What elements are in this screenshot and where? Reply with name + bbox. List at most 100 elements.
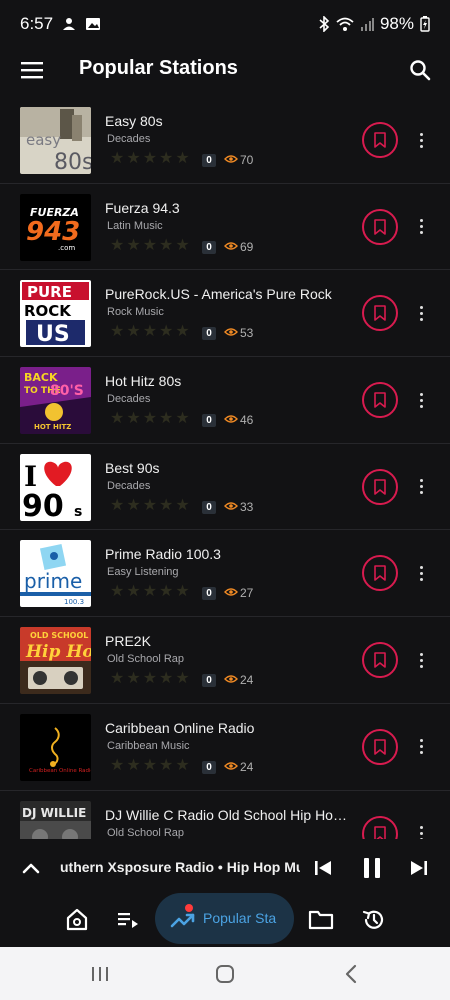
- back-icon[interactable]: [338, 961, 364, 987]
- station-logo: easy 80s: [20, 107, 91, 174]
- more-options-icon[interactable]: [411, 475, 431, 499]
- recent-apps-icon[interactable]: [87, 961, 113, 987]
- now-playing-title: uthern Xsposure Radio • Hip Hop Music: [60, 859, 300, 875]
- previous-icon[interactable]: [310, 855, 336, 881]
- menu-icon[interactable]: [18, 56, 46, 84]
- home-button-icon[interactable]: [212, 961, 238, 987]
- rating-stars[interactable]: ★ ★ ★ ★ ★: [110, 497, 190, 514]
- mini-player[interactable]: uthern Xsposure Radio • Hip Hop Music: [0, 843, 450, 893]
- bookmark-icon: [374, 218, 386, 235]
- rating-stars[interactable]: ★ ★ ★ ★ ★: [110, 757, 190, 774]
- eye-icon: [224, 673, 238, 687]
- views-count: 53: [224, 326, 253, 340]
- svg-text:PURE: PURE: [27, 283, 72, 301]
- rating-stars[interactable]: ★ ★ ★ ★ ★: [110, 151, 190, 167]
- station-name: PRE2K: [105, 633, 151, 650]
- bookmark-button[interactable]: [362, 468, 398, 505]
- station-name: Hot Hitz 80s: [105, 373, 182, 390]
- station-row[interactable]: BACK TO THE 80'S HOT HITZ Hot Hitz 80s D…: [0, 357, 450, 444]
- more-options-icon[interactable]: [411, 128, 431, 152]
- pause-icon[interactable]: [357, 853, 387, 883]
- station-name: Fuerza 94.3: [105, 199, 180, 216]
- expand-player-icon[interactable]: [18, 855, 44, 881]
- bookmark-button[interactable]: [362, 555, 398, 592]
- more-options-icon[interactable]: [411, 822, 431, 839]
- svg-text:s: s: [74, 504, 82, 520]
- rating-count: 0: [202, 414, 216, 428]
- rating-stars[interactable]: ★ ★ ★ ★ ★: [110, 671, 190, 687]
- page-title: Popular Stations: [79, 57, 238, 79]
- logo-text: easy: [26, 131, 61, 149]
- rating-count: 0: [202, 154, 216, 167]
- nav-popular-stations[interactable]: Popular Sta: [155, 893, 294, 944]
- rating-count: 0: [202, 240, 216, 254]
- station-row[interactable]: PURE ROCK US PureRock.US - America's Pur…: [0, 270, 450, 358]
- folder-icon[interactable]: [306, 905, 336, 935]
- home-icon[interactable]: [62, 905, 92, 935]
- more-options-icon[interactable]: [411, 735, 431, 759]
- rating-stars[interactable]: ★ ★ ★ ★ ★: [110, 584, 190, 600]
- more-options-icon[interactable]: [411, 301, 431, 325]
- station-row[interactable]: easy 80s Easy 80s Decades ★ ★ ★ ★ ★ 0 70: [0, 97, 450, 184]
- station-row[interactable]: I 90 s Best 90s Decades ★ ★ ★ ★ ★ 0 33: [0, 444, 450, 531]
- views-count: 70: [224, 153, 253, 167]
- rating-stars[interactable]: ★ ★ ★ ★ ★: [110, 237, 190, 254]
- bluetooth-icon: [318, 16, 330, 32]
- station-genre: Easy Listening: [107, 566, 179, 579]
- bottom-navigation: Popular Sta: [0, 893, 450, 947]
- station-name: Caribbean Online Radio: [105, 719, 255, 736]
- signal-icon: [360, 17, 374, 31]
- station-row[interactable]: prime 100.3 Prime Radio 100.3 Easy Liste…: [0, 530, 450, 618]
- views-count: 27: [224, 586, 253, 600]
- station-logo: I 90 s: [20, 453, 91, 521]
- search-icon[interactable]: [406, 56, 434, 84]
- app-bar: Popular Stations: [0, 48, 450, 92]
- station-list[interactable]: easy 80s Easy 80s Decades ★ ★ ★ ★ ★ 0 70 FUE…: [0, 97, 450, 839]
- station-row[interactable]: OLD SCHOOL Hip Hop PRE2K Old School Rap …: [0, 617, 450, 704]
- bookmark-button[interactable]: [362, 122, 398, 158]
- history-icon[interactable]: [359, 905, 389, 935]
- bookmark-button[interactable]: [362, 642, 398, 679]
- eye-icon: [224, 500, 238, 514]
- notification-app-icon: [61, 16, 77, 32]
- station-row[interactable]: Caribbean Online Radio Caribbean Online …: [0, 704, 450, 791]
- station-genre: Decades: [107, 479, 151, 492]
- gallery-icon: [85, 16, 101, 32]
- svg-text:80s: 80s: [54, 150, 91, 174]
- bookmark-button[interactable]: [362, 815, 398, 839]
- wifi-icon: [336, 16, 354, 32]
- playlist-icon[interactable]: [113, 905, 143, 935]
- svg-text:DJ WILLIE C: DJ WILLIE C: [22, 806, 91, 820]
- bookmark-button[interactable]: [362, 208, 398, 245]
- bookmark-button[interactable]: [362, 382, 398, 419]
- bookmark-icon: [374, 565, 386, 582]
- station-genre: Latin Music: [107, 219, 163, 232]
- station-logo: DJ WILLIE C: [20, 800, 91, 839]
- system-navigation-bar: [0, 947, 450, 1000]
- battery-percent: 98%: [379, 14, 414, 33]
- eye-icon: [224, 413, 238, 427]
- svg-text:943: 943: [26, 217, 80, 247]
- rating-count: 0: [202, 500, 216, 514]
- more-options-icon[interactable]: [411, 388, 431, 412]
- rating-count: 0: [202, 327, 216, 341]
- rating-count: 0: [202, 674, 216, 688]
- rating-stars[interactable]: ★ ★ ★ ★ ★: [110, 411, 190, 427]
- eye-icon: [224, 586, 238, 600]
- bookmark-button[interactable]: [362, 295, 398, 332]
- more-options-icon[interactable]: [411, 215, 431, 239]
- rating-stars[interactable]: ★ ★ ★ ★ ★: [110, 324, 190, 340]
- station-logo: prime 100.3: [20, 540, 91, 608]
- more-options-icon[interactable]: [411, 561, 431, 585]
- more-options-icon[interactable]: [411, 648, 431, 672]
- next-icon[interactable]: [406, 855, 432, 881]
- station-name: DJ Willie C Radio Old School Hip Hop Rn.…: [105, 806, 350, 823]
- clock: 6:57: [20, 14, 54, 33]
- station-row[interactable]: FUERZA 943 .com Fuerza 94.3 Latin Music …: [0, 184, 450, 271]
- bookmark-icon: [374, 478, 386, 495]
- eye-icon: [224, 240, 238, 254]
- station-name: PureRock.US - America's Pure Rock: [105, 286, 332, 303]
- station-row[interactable]: DJ WILLIE C DJ Willie C Radio Old School…: [0, 791, 450, 839]
- views-count: 46: [224, 413, 253, 427]
- bookmark-button[interactable]: [362, 728, 398, 765]
